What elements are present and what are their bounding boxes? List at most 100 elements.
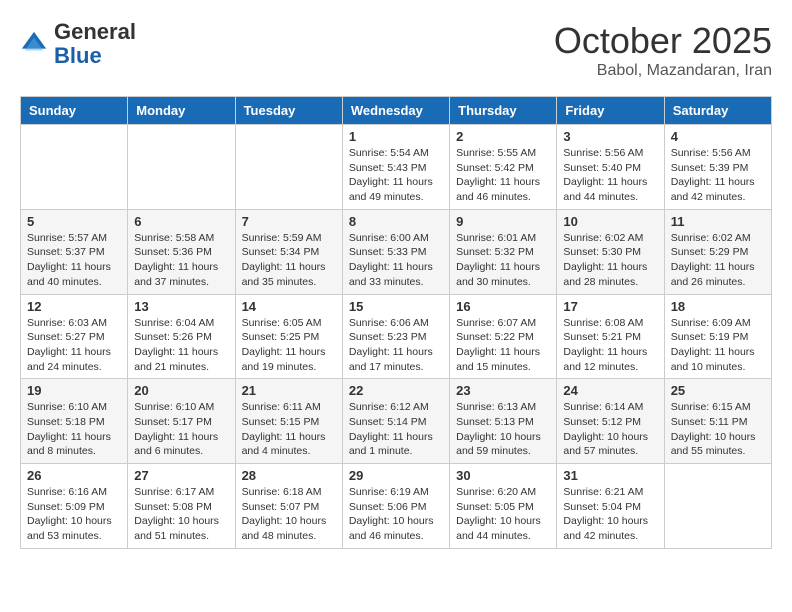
- weekday-header-saturday: Saturday: [664, 97, 771, 125]
- day-info: Sunrise: 6:16 AM Sunset: 5:09 PM Dayligh…: [27, 485, 121, 544]
- day-info: Sunrise: 6:13 AM Sunset: 5:13 PM Dayligh…: [456, 400, 550, 459]
- day-number: 14: [242, 299, 336, 314]
- day-number: 11: [671, 214, 765, 229]
- logo-general-text: General: [54, 19, 136, 44]
- day-number: 8: [349, 214, 443, 229]
- calendar-cell: 17 Sunrise: 6:08 AM Sunset: 5:21 PM Dayli…: [557, 294, 664, 379]
- logo-blue-text: Blue: [54, 43, 102, 68]
- logo-icon: [20, 30, 48, 58]
- calendar-cell: 3 Sunrise: 5:56 AM Sunset: 5:40 PM Daylig…: [557, 125, 664, 210]
- calendar-cell: 31 Sunrise: 6:21 AM Sunset: 5:04 PM Dayli…: [557, 464, 664, 549]
- day-number: 4: [671, 129, 765, 144]
- day-info: Sunrise: 6:20 AM Sunset: 5:05 PM Dayligh…: [456, 485, 550, 544]
- calendar-cell: 19 Sunrise: 6:10 AM Sunset: 5:18 PM Dayli…: [21, 379, 128, 464]
- day-info: Sunrise: 6:01 AM Sunset: 5:32 PM Dayligh…: [456, 231, 550, 290]
- day-number: 19: [27, 383, 121, 398]
- day-number: 16: [456, 299, 550, 314]
- calendar-cell: 4 Sunrise: 5:56 AM Sunset: 5:39 PM Daylig…: [664, 125, 771, 210]
- day-info: Sunrise: 6:17 AM Sunset: 5:08 PM Dayligh…: [134, 485, 228, 544]
- day-info: Sunrise: 5:56 AM Sunset: 5:40 PM Dayligh…: [563, 146, 657, 205]
- month-title: October 2025: [554, 20, 772, 62]
- day-number: 20: [134, 383, 228, 398]
- weekday-header-tuesday: Tuesday: [235, 97, 342, 125]
- day-info: Sunrise: 6:18 AM Sunset: 5:07 PM Dayligh…: [242, 485, 336, 544]
- calendar-cell: 23 Sunrise: 6:13 AM Sunset: 5:13 PM Dayli…: [450, 379, 557, 464]
- weekday-header-monday: Monday: [128, 97, 235, 125]
- day-info: Sunrise: 5:55 AM Sunset: 5:42 PM Dayligh…: [456, 146, 550, 205]
- day-info: Sunrise: 6:02 AM Sunset: 5:29 PM Dayligh…: [671, 231, 765, 290]
- calendar-cell: 6Sunrise: 5:58 AM Sunset: 5:36 PM Daylig…: [128, 209, 235, 294]
- day-info: Sunrise: 6:10 AM Sunset: 5:18 PM Dayligh…: [27, 400, 121, 459]
- calendar-cell: 24 Sunrise: 6:14 AM Sunset: 5:12 PM Dayli…: [557, 379, 664, 464]
- day-number: 24: [563, 383, 657, 398]
- day-info: Sunrise: 6:07 AM Sunset: 5:22 PM Dayligh…: [456, 316, 550, 375]
- day-number: 1: [349, 129, 443, 144]
- day-number: 3: [563, 129, 657, 144]
- day-info: Sunrise: 6:02 AM Sunset: 5:30 PM Dayligh…: [563, 231, 657, 290]
- day-number: 13: [134, 299, 228, 314]
- title-block: October 2025 Babol, Mazandaran, Iran: [554, 20, 772, 80]
- calendar-cell: 1Sunrise: 5:54 AM Sunset: 5:43 PM Daylig…: [342, 125, 449, 210]
- day-number: 5: [27, 214, 121, 229]
- day-number: 12: [27, 299, 121, 314]
- day-number: 9: [456, 214, 550, 229]
- calendar-cell: 25Sunrise: 6:15 AM Sunset: 5:11 PM Dayli…: [664, 379, 771, 464]
- calendar-table: SundayMondayTuesdayWednesdayThursdayFrid…: [20, 96, 772, 549]
- week-row-5: 26 Sunrise: 6:16 AM Sunset: 5:09 PM Dayli…: [21, 464, 772, 549]
- weekday-header-row: SundayMondayTuesdayWednesdayThursdayFrid…: [21, 97, 772, 125]
- day-number: 10: [563, 214, 657, 229]
- day-number: 28: [242, 468, 336, 483]
- day-info: Sunrise: 6:11 AM Sunset: 5:15 PM Dayligh…: [242, 400, 336, 459]
- day-number: 31: [563, 468, 657, 483]
- day-number: 22: [349, 383, 443, 398]
- week-row-4: 19 Sunrise: 6:10 AM Sunset: 5:18 PM Dayli…: [21, 379, 772, 464]
- calendar-cell: 14 Sunrise: 6:05 AM Sunset: 5:25 PM Dayli…: [235, 294, 342, 379]
- day-info: Sunrise: 6:08 AM Sunset: 5:21 PM Dayligh…: [563, 316, 657, 375]
- page-header: General Blue October 2025 Babol, Mazanda…: [20, 20, 772, 80]
- day-number: 7: [242, 214, 336, 229]
- day-info: Sunrise: 6:03 AM Sunset: 5:27 PM Dayligh…: [27, 316, 121, 375]
- calendar-cell: 21 Sunrise: 6:11 AM Sunset: 5:15 PM Dayli…: [235, 379, 342, 464]
- calendar-cell: 7Sunrise: 5:59 AM Sunset: 5:34 PM Daylig…: [235, 209, 342, 294]
- calendar-cell: [21, 125, 128, 210]
- weekday-header-wednesday: Wednesday: [342, 97, 449, 125]
- day-number: 23: [456, 383, 550, 398]
- calendar-cell: 9 Sunrise: 6:01 AM Sunset: 5:32 PM Daylig…: [450, 209, 557, 294]
- day-info: Sunrise: 6:05 AM Sunset: 5:25 PM Dayligh…: [242, 316, 336, 375]
- location-text: Babol, Mazandaran, Iran: [554, 62, 772, 80]
- calendar-cell: 22 Sunrise: 6:12 AM Sunset: 5:14 PM Dayli…: [342, 379, 449, 464]
- day-number: 17: [563, 299, 657, 314]
- day-number: 2: [456, 129, 550, 144]
- calendar-cell: [128, 125, 235, 210]
- day-number: 27: [134, 468, 228, 483]
- calendar-cell: 30 Sunrise: 6:20 AM Sunset: 5:05 PM Dayli…: [450, 464, 557, 549]
- day-number: 21: [242, 383, 336, 398]
- day-info: Sunrise: 6:09 AM Sunset: 5:19 PM Dayligh…: [671, 316, 765, 375]
- week-row-2: 5Sunrise: 5:57 AM Sunset: 5:37 PM Daylig…: [21, 209, 772, 294]
- logo: General Blue: [20, 20, 136, 68]
- day-info: Sunrise: 6:14 AM Sunset: 5:12 PM Dayligh…: [563, 400, 657, 459]
- day-info: Sunrise: 5:56 AM Sunset: 5:39 PM Dayligh…: [671, 146, 765, 205]
- calendar-cell: [664, 464, 771, 549]
- weekday-header-friday: Friday: [557, 97, 664, 125]
- calendar-cell: 27 Sunrise: 6:17 AM Sunset: 5:08 PM Dayli…: [128, 464, 235, 549]
- day-number: 18: [671, 299, 765, 314]
- calendar-cell: 15Sunrise: 6:06 AM Sunset: 5:23 PM Dayli…: [342, 294, 449, 379]
- calendar-cell: 11 Sunrise: 6:02 AM Sunset: 5:29 PM Dayli…: [664, 209, 771, 294]
- day-number: 26: [27, 468, 121, 483]
- calendar-cell: 10 Sunrise: 6:02 AM Sunset: 5:30 PM Dayli…: [557, 209, 664, 294]
- day-info: Sunrise: 6:04 AM Sunset: 5:26 PM Dayligh…: [134, 316, 228, 375]
- weekday-header-thursday: Thursday: [450, 97, 557, 125]
- day-info: Sunrise: 6:12 AM Sunset: 5:14 PM Dayligh…: [349, 400, 443, 459]
- week-row-1: 1Sunrise: 5:54 AM Sunset: 5:43 PM Daylig…: [21, 125, 772, 210]
- calendar-cell: 20 Sunrise: 6:10 AM Sunset: 5:17 PM Dayli…: [128, 379, 235, 464]
- calendar-cell: 16 Sunrise: 6:07 AM Sunset: 5:22 PM Dayli…: [450, 294, 557, 379]
- calendar-cell: [235, 125, 342, 210]
- week-row-3: 12 Sunrise: 6:03 AM Sunset: 5:27 PM Dayli…: [21, 294, 772, 379]
- day-number: 15: [349, 299, 443, 314]
- day-info: Sunrise: 6:21 AM Sunset: 5:04 PM Dayligh…: [563, 485, 657, 544]
- day-number: 30: [456, 468, 550, 483]
- day-number: 25: [671, 383, 765, 398]
- day-number: 29: [349, 468, 443, 483]
- day-info: Sunrise: 6:10 AM Sunset: 5:17 PM Dayligh…: [134, 400, 228, 459]
